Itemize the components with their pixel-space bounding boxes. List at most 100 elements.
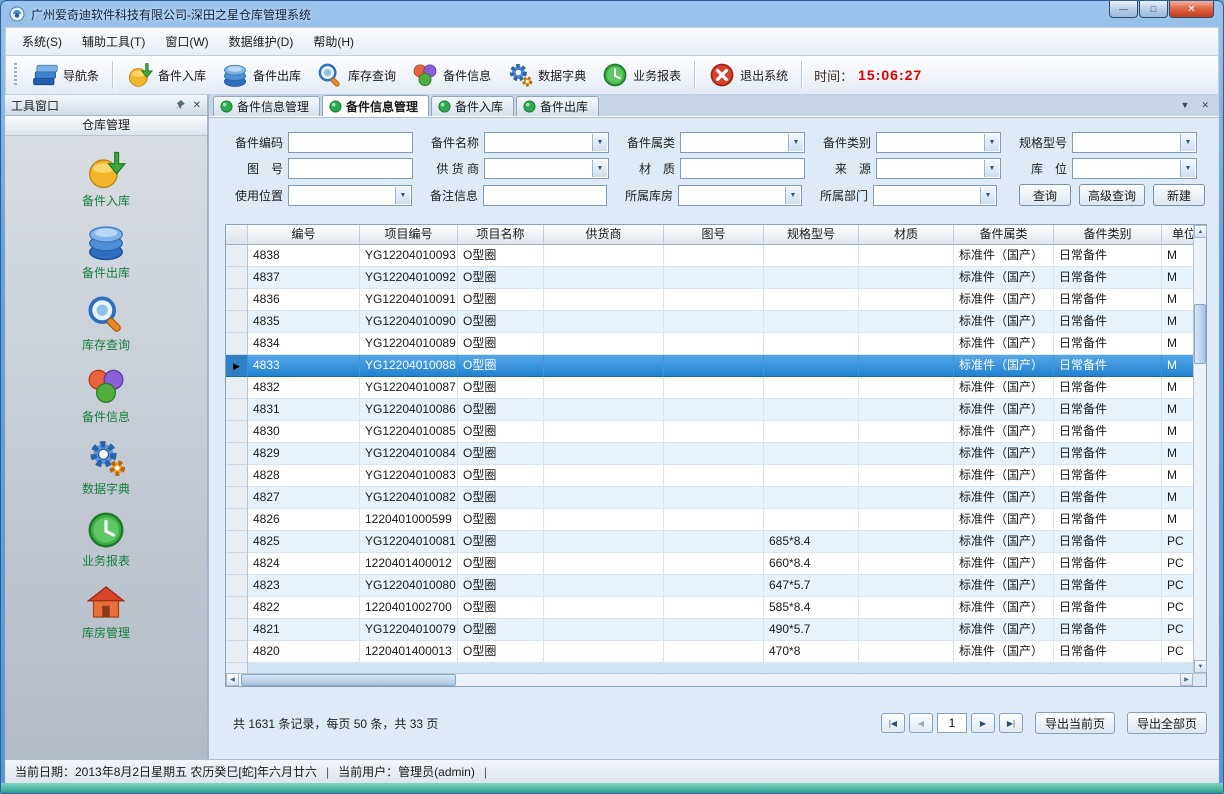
table-row[interactable]: 4831YG12204010086O型圈标准件（国产）日常备件M xyxy=(226,399,1193,421)
search-select[interactable]: ▼ xyxy=(484,132,609,153)
tab[interactable]: 备件入库 xyxy=(431,96,514,116)
close-button[interactable]: ✕ xyxy=(1169,1,1214,18)
search-select[interactable]: ▼ xyxy=(288,185,412,206)
table-row[interactable]: 4825YG12204010081O型圈685*8.4标准件（国产）日常备件PC xyxy=(226,531,1193,553)
panel-close-icon[interactable]: ✕ xyxy=(193,100,201,111)
menu-item[interactable]: 帮助(H) xyxy=(303,29,364,55)
menu-item[interactable]: 辅助工具(T) xyxy=(72,29,155,55)
search-input[interactable] xyxy=(288,132,413,153)
chevron-down-icon[interactable]: ▼ xyxy=(395,187,410,204)
search-input[interactable] xyxy=(680,158,805,179)
chevron-down-icon[interactable]: ▼ xyxy=(1180,160,1195,177)
table-row[interactable]: 4838YG12204010093O型圈标准件（国产）日常备件M xyxy=(226,245,1193,267)
tab[interactable]: 备件信息管理 xyxy=(322,95,429,116)
toolbar-button[interactable]: 库存查询 xyxy=(309,59,404,91)
toolbar-button[interactable]: 备件信息 xyxy=(404,59,499,91)
column-header[interactable]: 备件类别 xyxy=(1054,225,1162,245)
sidebar-item[interactable]: 备件入库 xyxy=(5,150,207,209)
column-header[interactable]: 单位 xyxy=(1162,225,1193,245)
tab[interactable]: 备件信息管理 xyxy=(213,96,320,116)
table-row[interactable]: 4827YG12204010082O型圈标准件（国产）日常备件M xyxy=(226,487,1193,509)
table-row[interactable]: 48201220401400013O型圈470*8标准件（国产）日常备件PC xyxy=(226,641,1193,663)
column-header[interactable]: 规格型号 xyxy=(764,225,859,245)
tab-list-dropdown-icon[interactable]: ▼ xyxy=(1181,100,1190,111)
toolbar-button[interactable]: 备件入库 xyxy=(119,59,214,91)
hscroll-track[interactable] xyxy=(239,673,1180,686)
column-header[interactable]: 图号 xyxy=(664,225,764,245)
search-input[interactable] xyxy=(288,158,413,179)
last-page-button[interactable]: ▶| xyxy=(999,713,1023,733)
table-row[interactable]: 4828YG12204010083O型圈标准件（国产）日常备件M xyxy=(226,465,1193,487)
column-header[interactable]: 项目编号 xyxy=(360,225,458,245)
search-select[interactable]: ▼ xyxy=(680,132,805,153)
chevron-down-icon[interactable]: ▼ xyxy=(592,160,607,177)
table-row[interactable]: 4835YG12204010090O型圈标准件（国产）日常备件M xyxy=(226,311,1193,333)
toolbar-button[interactable]: 备件出库 xyxy=(214,59,309,91)
toolbar-button[interactable]: 退出系统 xyxy=(701,59,796,91)
chevron-down-icon[interactable]: ▼ xyxy=(785,187,800,204)
page-number-input[interactable] xyxy=(937,713,967,733)
chevron-down-icon[interactable]: ▼ xyxy=(592,134,607,151)
search-input[interactable] xyxy=(483,185,607,206)
chevron-down-icon[interactable]: ▼ xyxy=(1180,134,1195,151)
toolbar-button[interactable]: 导航条 xyxy=(24,59,107,91)
new-button[interactable]: 新建 xyxy=(1153,184,1205,206)
scroll-left-icon[interactable]: ◀ xyxy=(226,673,239,686)
table-row[interactable]: ▶4833YG12204010088O型圈标准件（国产）日常备件M xyxy=(226,355,1193,377)
toolbar-grip-icon[interactable] xyxy=(14,63,17,87)
table-row[interactable]: 4836YG12204010091O型圈标准件（国产）日常备件M xyxy=(226,289,1193,311)
column-header[interactable]: 编号 xyxy=(248,225,360,245)
pin-icon[interactable] xyxy=(174,99,186,111)
column-header[interactable]: 项目名称 xyxy=(458,225,544,245)
chevron-down-icon[interactable]: ▼ xyxy=(984,134,999,151)
minimize-button[interactable]: — xyxy=(1109,1,1138,18)
table-row[interactable]: 4837YG12204010092O型圈标准件（国产）日常备件M xyxy=(226,267,1193,289)
scroll-down-icon[interactable]: ▼ xyxy=(1194,660,1207,673)
column-header[interactable]: 备件属类 xyxy=(954,225,1054,245)
toolbar-button[interactable]: 业务报表 xyxy=(594,59,689,91)
sidebar-item[interactable]: 备件出库 xyxy=(5,222,207,281)
search-select[interactable]: ▼ xyxy=(484,158,609,179)
scroll-up-icon[interactable]: ▲ xyxy=(1194,225,1207,238)
export-current-page-button[interactable]: 导出当前页 xyxy=(1035,712,1115,734)
vscroll-thumb[interactable] xyxy=(1194,304,1206,364)
next-page-button[interactable]: ▶ xyxy=(971,713,995,733)
column-header[interactable]: 材质 xyxy=(859,225,954,245)
menu-item[interactable]: 系统(S) xyxy=(12,29,72,55)
table-row[interactable]: 4832YG12204010087O型圈标准件（国产）日常备件M xyxy=(226,377,1193,399)
hscroll-thumb[interactable] xyxy=(241,674,456,686)
search-select[interactable]: ▼ xyxy=(876,132,1001,153)
maximize-button[interactable]: □ xyxy=(1139,1,1168,18)
toolbar-button[interactable]: 数据字典 xyxy=(499,59,594,91)
menu-item[interactable]: 数据维护(D) xyxy=(219,29,304,55)
chevron-down-icon[interactable]: ▼ xyxy=(788,134,803,151)
search-select[interactable]: ▼ xyxy=(876,158,1001,179)
search-select[interactable]: ▼ xyxy=(873,185,997,206)
export-all-pages-button[interactable]: 导出全部页 xyxy=(1127,712,1207,734)
table-row[interactable]: 48261220401000599O型圈标准件（国产）日常备件M xyxy=(226,509,1193,531)
table-row[interactable]: 4821YG12204010079O型圈490*5.7标准件（国产）日常备件PC xyxy=(226,619,1193,641)
sidebar-item[interactable]: 数据字典 xyxy=(5,438,207,497)
vscroll-track[interactable] xyxy=(1194,238,1206,660)
column-header[interactable]: 供货商 xyxy=(544,225,664,245)
query-button[interactable]: 查询 xyxy=(1019,184,1071,206)
menu-item[interactable]: 窗口(W) xyxy=(155,29,218,55)
sidebar-item[interactable]: 库房管理 xyxy=(5,582,207,641)
search-select[interactable]: ▼ xyxy=(1072,158,1197,179)
sidebar-item[interactable]: 业务报表 xyxy=(5,510,207,569)
chevron-down-icon[interactable]: ▼ xyxy=(984,160,999,177)
horizontal-scrollbar[interactable]: ◀ ▶ xyxy=(226,673,1206,686)
search-select[interactable]: ▼ xyxy=(1072,132,1197,153)
chevron-down-icon[interactable]: ▼ xyxy=(980,187,995,204)
tab[interactable]: 备件出库 xyxy=(516,96,599,116)
sidebar-item[interactable]: 备件信息 xyxy=(5,366,207,425)
advanced-query-button[interactable]: 高级查询 xyxy=(1079,184,1145,206)
table-row[interactable]: 4830YG12204010085O型圈标准件（国产）日常备件M xyxy=(226,421,1193,443)
search-select[interactable]: ▼ xyxy=(678,185,802,206)
table-row[interactable]: 4829YG12204010084O型圈标准件（国产）日常备件M xyxy=(226,443,1193,465)
prev-page-button[interactable]: ◀ xyxy=(909,713,933,733)
sidebar-item[interactable]: 库存查询 xyxy=(5,294,207,353)
table-row[interactable]: 48221220401002700O型圈585*8.4标准件（国产）日常备件PC xyxy=(226,597,1193,619)
table-row[interactable]: 4823YG12204010080O型圈647*5.7标准件（国产）日常备件PC xyxy=(226,575,1193,597)
table-row[interactable]: 48241220401400012O型圈660*8.4标准件（国产）日常备件PC xyxy=(226,553,1193,575)
